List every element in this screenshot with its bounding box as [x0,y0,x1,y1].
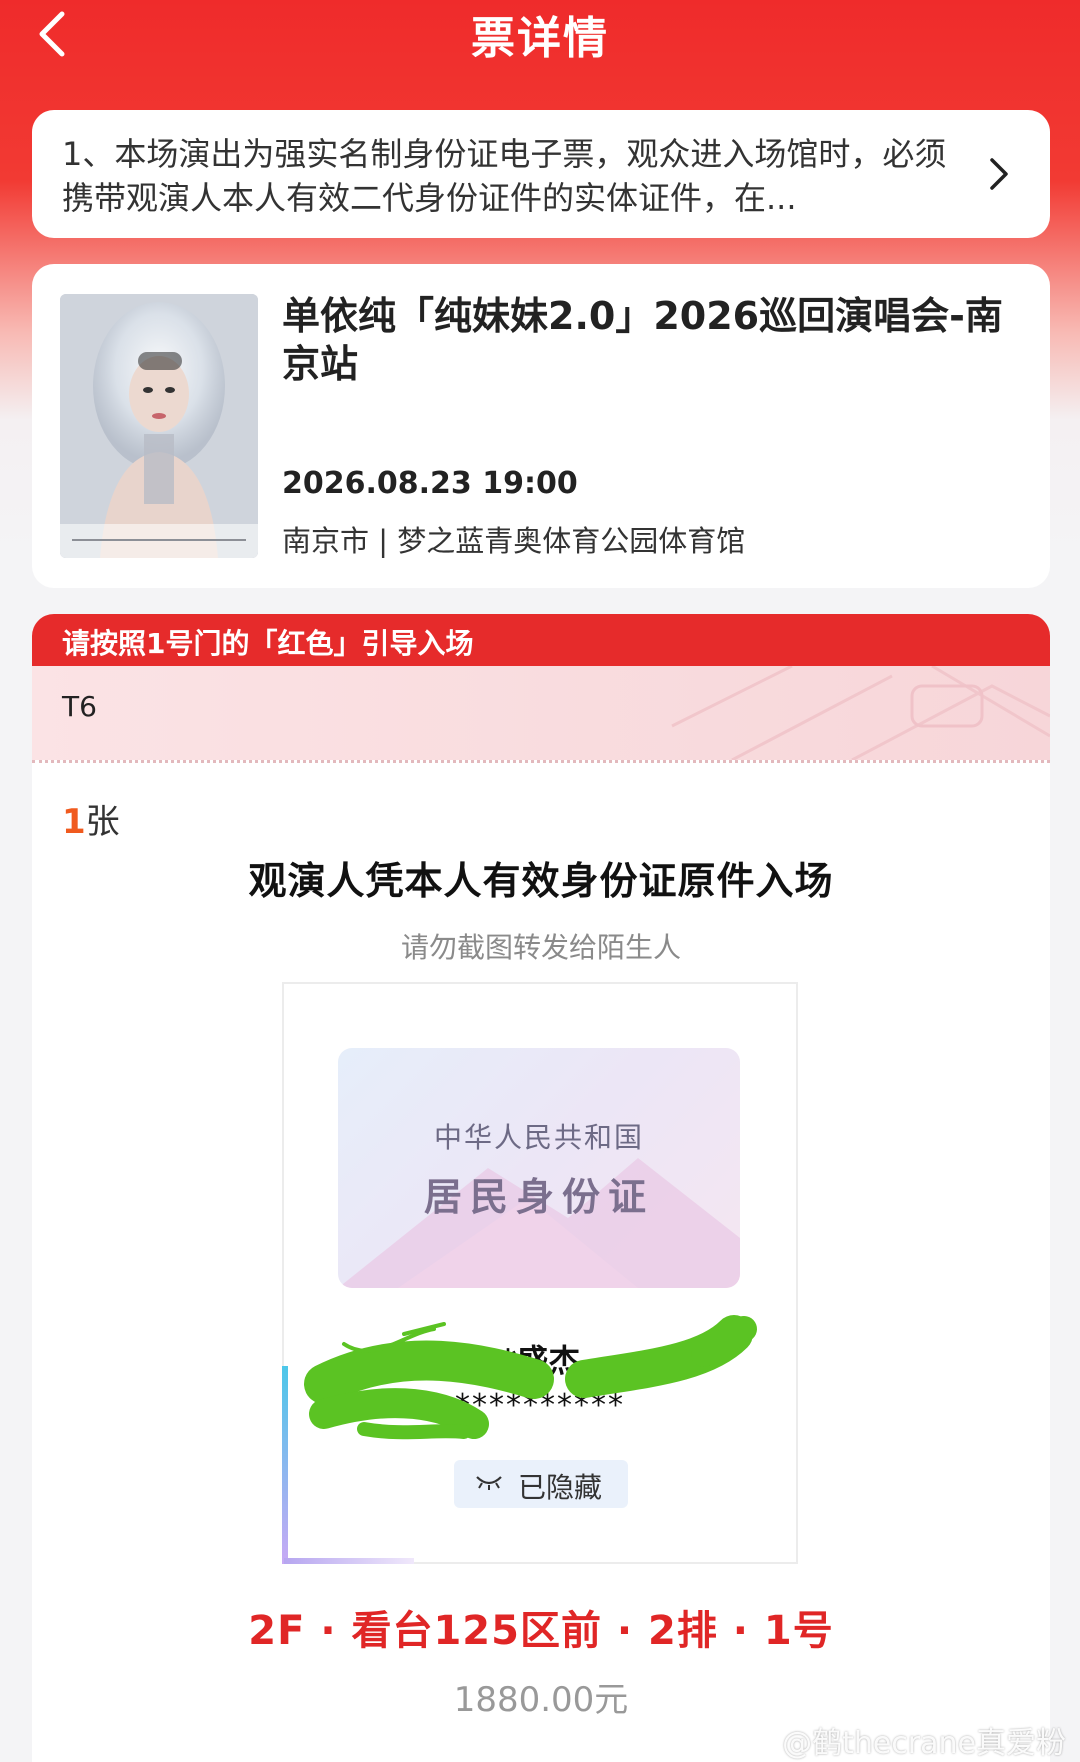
notice-text: 1、本场演出为强实名制身份证电子票，观众进入场馆时，必须携带观演人本人有效二代身… [62,135,947,217]
box-accent-bottom [284,1558,414,1564]
holder-id-number: ********** [455,1388,625,1423]
gate-label: T6 [62,690,97,723]
id-credential-box: 中华人民共和国 居民身份证 *盛杰 ********** 已隐藏 [282,982,798,1564]
seat-info: 2F · 看台125区前 · 2排 · 1号 [248,1608,834,1654]
quantity-unit: 张 [85,802,120,842]
nav-bar: 票详情 [0,0,1080,100]
id-card-type: 居民身份证 [423,1175,654,1219]
ticket-detail-page: 票详情 1、本场演出为强实名制身份证电子票，观众进入场馆时，必须携带观演人本人有… [0,0,1080,1762]
event-datetime: 2026.08.23 19:00 [282,466,578,501]
hidden-toggle-button[interactable]: 已隐藏 [454,1460,628,1508]
ticket-card: 请按照1号门的「红色」引导入场 T6 1张 观演人凭本人有效身份证原件入场 请勿… [32,614,1050,1762]
watermark-text: @鹤thecrane真爱粉 [782,1726,1066,1761]
id-card-graphic: 中华人民共和国 居民身份证 [338,1048,740,1288]
holder-name: *盛杰 [499,1342,581,1380]
poster-image [60,294,258,558]
ticket-quantity: 1张 [62,794,120,843]
dotted-divider [32,760,1050,763]
id-card-country: 中华人民共和国 [433,1121,644,1154]
screenshot-warning: 请勿截图转发给陌生人 [400,931,681,964]
page-title: 票详情 [471,13,609,64]
notice-card[interactable]: 1、本场演出为强实名制身份证电子票，观众进入场馆时，必须携带观演人本人有效二代身… [32,110,1050,238]
entry-instruction: 观演人凭本人有效身份证原件入场 [248,859,834,903]
entry-guide-banner: 请按照1号门的「红色」引导入场 [32,614,1050,666]
event-poster [60,294,258,558]
map-pattern-decoration [671,666,1050,760]
gate-band: T6 [32,666,1050,760]
chevron-right-icon [990,158,1008,190]
ticket-price: 1880.00元 [453,1680,629,1720]
eye-closed-icon [476,1476,502,1490]
hidden-label: 已隐藏 [518,1471,603,1504]
event-card[interactable]: 单依纯「纯妹妹2.0」2026巡回演唱会-南京站 2026.08.23 19:0… [32,264,1050,588]
quantity-number: 1 [62,802,86,842]
event-title: 单依纯「纯妹妹2.0」2026巡回演唱会-南京站 [282,294,1003,386]
event-venue: 南京市 | 梦之蓝青奥体育公园体育馆 [282,524,746,558]
